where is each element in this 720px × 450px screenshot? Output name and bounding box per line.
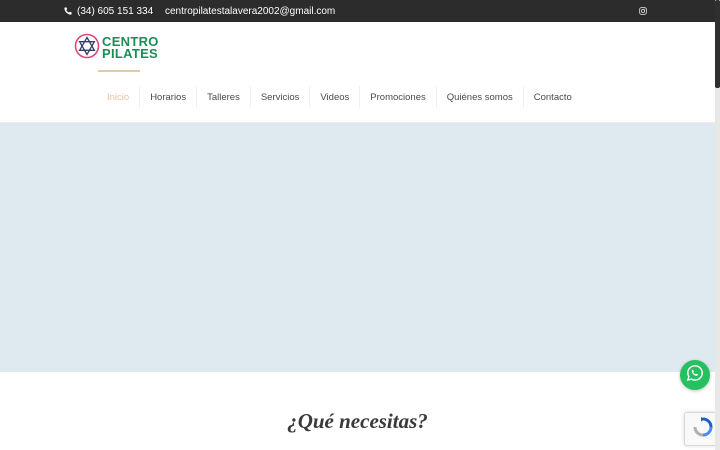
star-of-david-icon — [74, 33, 100, 64]
top-contact-bar: (34) 605 151 334 centropilatestalavera20… — [0, 0, 715, 22]
scrollbar-thumb[interactable] — [715, 0, 720, 88]
nav-item-servicios[interactable]: Servicios — [251, 86, 311, 108]
mail-icon — [153, 7, 161, 15]
nav-item-quienes-somos[interactable]: Quiénes somos — [437, 86, 524, 108]
site-logo[interactable]: CENTRO PILATES — [74, 33, 160, 63]
hero-banner — [0, 123, 715, 372]
nav-item-videos[interactable]: Videos — [310, 86, 361, 108]
phone-icon — [64, 7, 72, 15]
email-contact[interactable]: centropilatestalavera2002@gmail.com — [153, 0, 336, 22]
logo-line-2: PILATES — [102, 46, 159, 61]
page-scrollbar[interactable] — [715, 0, 720, 450]
nav-item-contacto[interactable]: Contacto — [524, 86, 582, 108]
phone-number: (34) 605 151 334 — [77, 5, 154, 17]
logo-divider — [98, 70, 140, 72]
recaptcha-icon — [692, 416, 714, 443]
email-address: centropilatestalavera2002@gmail.com — [165, 5, 336, 17]
nav-item-horarios[interactable]: Horarios — [140, 86, 198, 108]
instagram-icon[interactable] — [639, 7, 647, 15]
main-navigation: Inicio Horarios Talleres Servicios Video… — [97, 86, 582, 108]
logo-text: CENTRO PILATES — [102, 35, 159, 61]
site-header: CENTRO PILATES Inicio Horarios Talleres … — [0, 22, 715, 123]
whatsapp-button[interactable] — [680, 360, 710, 390]
phone-contact[interactable]: (34) 605 151 334 — [64, 0, 153, 22]
nav-item-promociones[interactable]: Promociones — [360, 86, 437, 108]
nav-item-talleres[interactable]: Talleres — [197, 86, 251, 108]
section-title: ¿Qué necesitas? — [287, 409, 428, 433]
whatsapp-icon — [686, 364, 704, 387]
nav-item-inicio[interactable]: Inicio — [97, 86, 141, 108]
